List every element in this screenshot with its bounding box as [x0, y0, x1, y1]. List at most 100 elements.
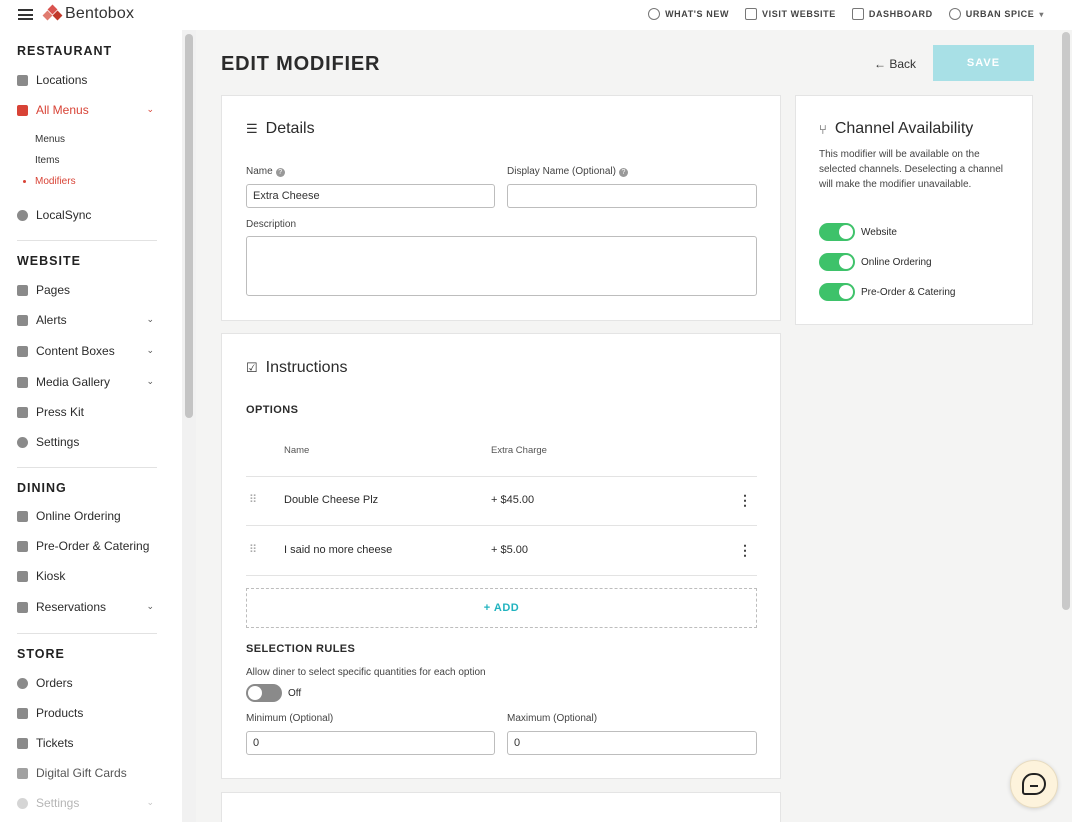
sidebar: RESTAURANT Locations All Menus ⌄ Menus I… [0, 30, 182, 822]
sidebar-item-products[interactable]: Products [17, 702, 162, 724]
main-scrollbar-thumb[interactable] [1062, 32, 1070, 610]
online-ordering-toggle[interactable] [819, 253, 855, 271]
option-name: I said no more cheese [284, 544, 393, 556]
account-menu[interactable]: URBAN SPICE ▾ [948, 8, 1044, 20]
sidebar-item-content-boxes[interactable]: Content Boxes ⌄ [17, 340, 162, 362]
utensils-icon [17, 540, 28, 552]
brand-name: Bentobox [65, 5, 135, 22]
chevron-down-icon: ⌄ [146, 345, 154, 355]
description-textarea[interactable] [246, 236, 757, 296]
sidebar-item-reservations[interactable]: Reservations ⌄ [17, 596, 162, 618]
maximum-label: Maximum (Optional) [507, 713, 598, 724]
hamburger-menu-icon[interactable] [18, 9, 33, 20]
maximum-input[interactable] [507, 731, 757, 755]
help-icon[interactable]: ? [618, 168, 628, 177]
sidebar-item-pages[interactable]: Pages [17, 279, 162, 301]
toggle-knob [839, 225, 853, 239]
channel-availability-title: ⑂ Channel Availability [819, 120, 974, 137]
pre-order-catering-toggle[interactable] [819, 283, 855, 301]
name-label: Name? [246, 166, 285, 177]
gift-card-icon [17, 767, 28, 779]
menu-book-icon [17, 104, 28, 116]
sidebar-item-digital-gift-cards[interactable]: Digital Gift Cards [17, 762, 162, 784]
ticket-icon [17, 737, 28, 749]
column-header-name: Name [284, 445, 310, 456]
option-charge: + $45.00 [491, 494, 535, 506]
top-bar: Bentobox WHAT'S NEW VISIT WEBSITE DASHBO… [0, 0, 1072, 30]
section-title-store: STORE [17, 647, 65, 661]
sidebar-item-all-menus[interactable]: All Menus ⌄ [17, 99, 162, 121]
toggle-knob [248, 686, 262, 700]
page-title: EDIT MODIFIER [221, 53, 381, 75]
help-icon[interactable]: ? [275, 168, 285, 177]
table-divider [246, 575, 757, 576]
chevron-down-icon: ▾ [1039, 9, 1044, 19]
sidebar-item-media-gallery[interactable]: Media Gallery ⌄ [17, 371, 162, 393]
sidebar-scrollbar-thumb[interactable] [185, 34, 193, 418]
channel-label-online-ordering: Online Ordering [861, 257, 932, 268]
selection-rules-label: SELECTION RULES [246, 643, 356, 655]
name-input[interactable] [246, 184, 495, 208]
sidebar-item-localsync[interactable]: LocalSync [17, 204, 162, 226]
sidebar-item-store-settings[interactable]: Settings ⌄ [17, 792, 162, 814]
channel-label-pre-order-catering: Pre-Order & Catering [861, 287, 956, 298]
channel-label-website: Website [861, 227, 897, 238]
brand-logo[interactable]: Bentobox [42, 4, 135, 23]
chevron-down-icon: ⌄ [146, 797, 154, 807]
table-divider [246, 476, 757, 477]
sidebar-item-press-kit[interactable]: Press Kit [17, 401, 162, 423]
sidebar-subitem-modifiers[interactable]: Modifiers [23, 176, 76, 187]
more-options-icon[interactable]: ⋮ [738, 493, 752, 507]
drag-handle-icon[interactable]: ⠿ [249, 543, 257, 556]
column-header-extra-charge: Extra Charge [491, 445, 547, 456]
table-icon [17, 601, 28, 613]
gear-icon [17, 436, 28, 448]
section-title-dining: DINING [17, 481, 67, 495]
document-icon [17, 406, 28, 418]
table-divider [246, 525, 757, 526]
save-button[interactable]: SAVE [933, 45, 1034, 81]
sidebar-item-online-ordering[interactable]: Online Ordering [17, 505, 162, 527]
visit-website-link[interactable]: VISIT WEBSITE [745, 8, 836, 20]
sync-icon [17, 209, 28, 221]
minimum-input[interactable] [246, 731, 495, 755]
display-name-input[interactable] [507, 184, 757, 208]
sidebar-item-locations[interactable]: Locations [17, 69, 162, 91]
sidebar-item-orders[interactable]: Orders [17, 672, 162, 694]
chat-bubble-icon [1022, 773, 1046, 795]
sidebar-item-pre-order-catering[interactable]: Pre-Order & Catering [17, 535, 162, 557]
sidebar-subitem-menus[interactable]: Menus [35, 134, 65, 145]
back-link[interactable]: ← Back [874, 57, 916, 71]
checklist-icon: ☑ [246, 360, 258, 375]
details-title: ☰ Details [246, 120, 315, 137]
toggle-knob [839, 285, 853, 299]
display-name-label: Display Name (Optional)? [507, 166, 628, 177]
website-toggle[interactable] [819, 223, 855, 241]
sidebar-item-tickets[interactable]: Tickets [17, 732, 162, 754]
drag-handle-icon[interactable]: ⠿ [249, 493, 257, 506]
sidebar-item-alerts[interactable]: Alerts ⌄ [17, 309, 162, 331]
instructions-title: ☑ Instructions [246, 359, 348, 376]
toggle-knob [839, 255, 853, 269]
shopping-bag-icon [17, 510, 28, 522]
sidebar-subitem-items[interactable]: Items [35, 155, 59, 166]
chat-support-button[interactable] [1010, 760, 1058, 808]
fork-icon: ⑂ [819, 121, 827, 137]
add-option-button[interactable]: + ADD [246, 588, 757, 628]
browser-window-icon [745, 8, 758, 20]
options-label: OPTIONS [246, 404, 299, 416]
sidebar-item-kiosk[interactable]: Kiosk [17, 565, 162, 587]
description-label: Description [246, 219, 297, 230]
chevron-down-icon: ⌄ [146, 314, 154, 324]
chevron-down-icon: ⌄ [146, 601, 154, 611]
quantity-toggle[interactable] [246, 684, 282, 702]
more-options-icon[interactable]: ⋮ [738, 543, 752, 557]
storefront-icon [17, 74, 28, 86]
dashboard-link[interactable]: DASHBOARD [851, 8, 933, 20]
whats-new-link[interactable]: WHAT'S NEW [648, 8, 729, 20]
sidebar-item-website-settings[interactable]: Settings [17, 431, 162, 453]
dashboard-icon [851, 8, 864, 20]
quantity-toggle-state: Off [288, 688, 302, 699]
user-avatar-icon [948, 8, 961, 20]
section-title-restaurant: RESTAURANT [17, 44, 113, 58]
